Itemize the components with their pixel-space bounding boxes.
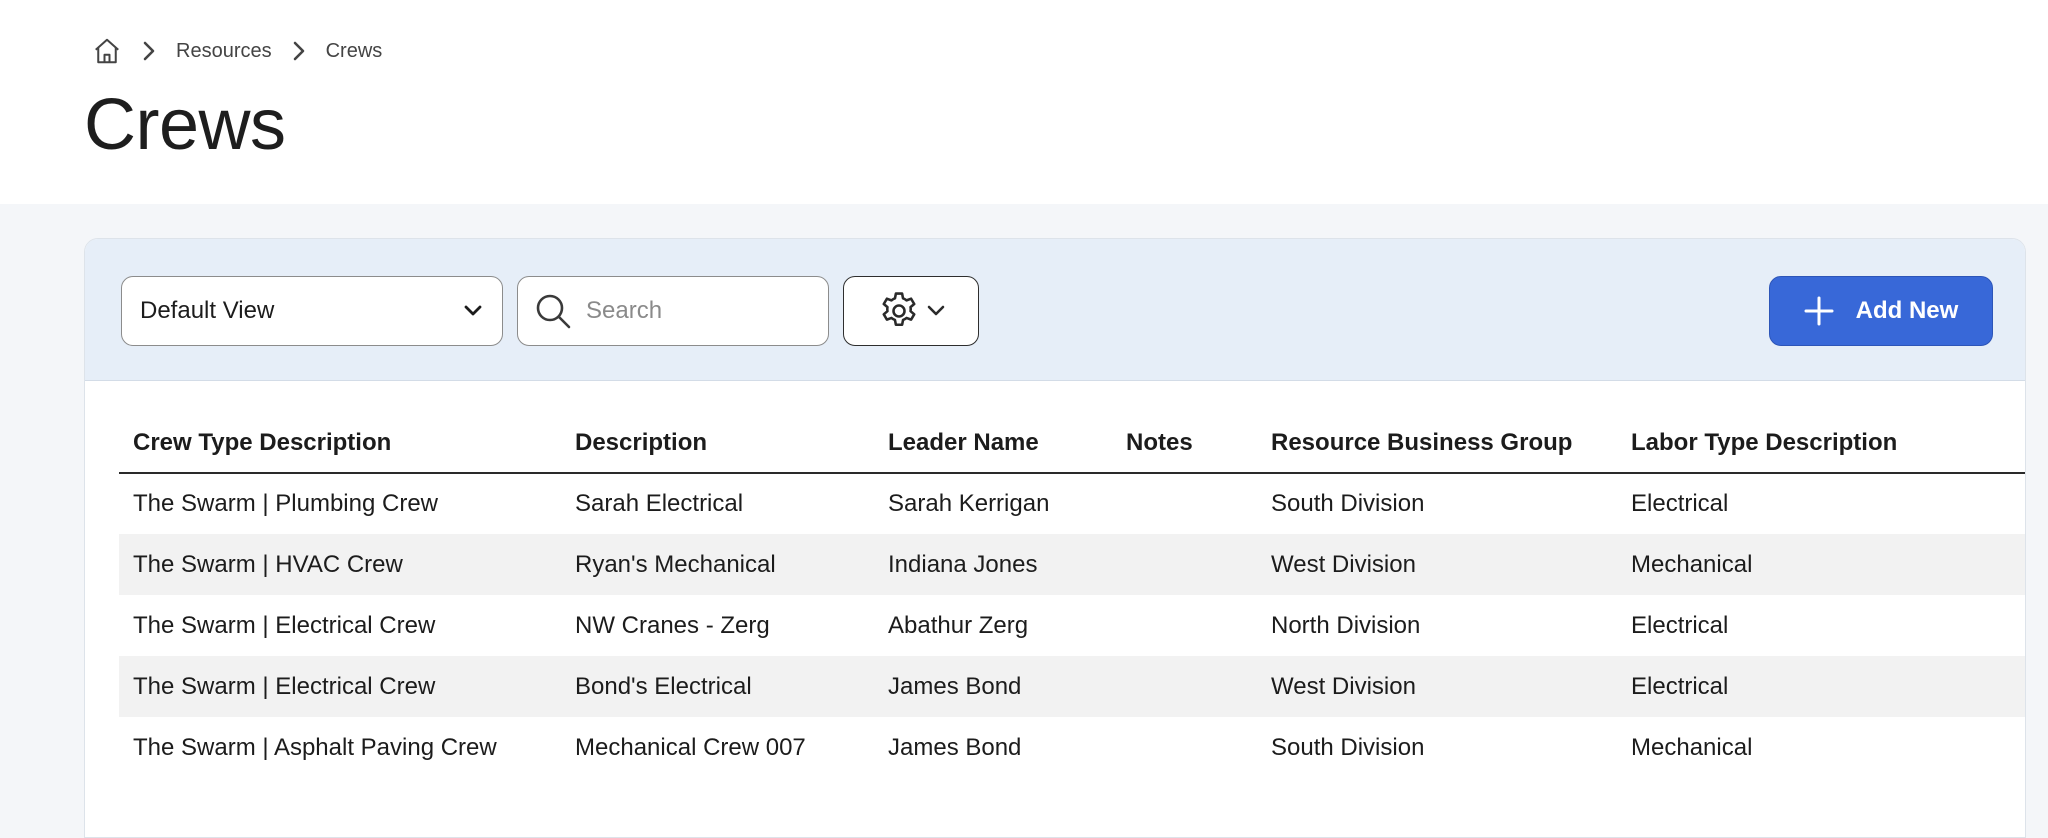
cell-crew-type-description: The Swarm | Electrical Crew — [133, 611, 436, 639]
cell-description: Sarah Electrical — [575, 490, 744, 517]
page-header: Resources Crews Crews — [0, 0, 2048, 204]
column-header-notes[interactable]: Notes — [1112, 413, 1257, 474]
add-new-button[interactable]: Add New — [1769, 276, 1993, 346]
cell-resource-business-group: South Division — [1271, 490, 1425, 517]
toolbar: Default View Search Add New — [85, 239, 2025, 381]
table-header-row: Crew Type Description Description Leader… — [119, 413, 2025, 474]
cell-crew-type-description: The Swarm | Plumbing Crew — [133, 490, 438, 517]
cell-notes — [1112, 473, 1257, 534]
column-header-crew-type-description[interactable]: Crew Type Description — [119, 413, 561, 474]
crews-table: Crew Type Description Description Leader… — [119, 413, 2025, 778]
plus-icon — [1804, 296, 1856, 326]
search-icon — [534, 292, 572, 330]
cell-resource-business-group: North Division — [1271, 611, 1421, 639]
cell-labor-type-description: Mechanical — [1617, 534, 2025, 595]
cell-labor-type-description: Electrical — [1631, 611, 1729, 639]
cell-crew-type-description: The Swarm | Asphalt Paving Crew — [133, 733, 497, 761]
table-row[interactable]: The Swarm | Asphalt Paving Crew Mechanic… — [119, 717, 2025, 778]
chevron-down-icon — [927, 305, 945, 317]
cell-resource-business-group: West Division — [1257, 656, 1617, 717]
cell-crew-type-description: The Swarm | Electrical Crew — [119, 656, 561, 717]
search-box — [517, 276, 829, 346]
crews-card: Default View Search Add New Crew Type De… — [84, 238, 2026, 838]
cell-leader-name: James Bond — [888, 733, 1022, 761]
cell-labor-type-description: Electrical — [1617, 656, 2025, 717]
cell-resource-business-group: South Division — [1271, 733, 1425, 761]
breadcrumb-item-resources[interactable]: Resources — [176, 40, 272, 63]
cell-crew-type-description: The Swarm | HVAC Crew — [119, 534, 561, 595]
table-row[interactable]: The Swarm | Electrical Crew Bond's Elect… — [119, 656, 2025, 717]
cell-leader-name: Abathur Zerg — [888, 611, 1029, 639]
column-header-leader-name[interactable]: Leader Name — [874, 413, 1112, 474]
breadcrumb: Resources Crews — [92, 34, 382, 68]
settings-button[interactable] — [843, 276, 979, 346]
cell-labor-type-description: Electrical — [1631, 490, 1729, 517]
table-row[interactable]: The Swarm | Electrical Crew NW Cranes - … — [119, 595, 2025, 656]
home-icon[interactable] — [92, 36, 122, 66]
column-header-labor-type-description[interactable]: Labor Type Description — [1617, 413, 2025, 474]
cell-notes — [1112, 534, 1257, 595]
cell-description: NW Cranes - Zerg — [575, 611, 770, 639]
view-select[interactable]: Default View — [121, 276, 503, 346]
cell-leader-name: Sarah Kerrigan — [888, 490, 1050, 517]
cell-notes — [1112, 717, 1257, 778]
gear-icon — [877, 289, 921, 333]
cell-description: Bond's Electrical — [561, 656, 874, 717]
column-header-description[interactable]: Description — [561, 413, 874, 474]
view-select-value: Default View — [140, 297, 275, 324]
cell-leader-name: James Bond — [874, 656, 1112, 717]
page-title: Crews — [84, 85, 286, 165]
search-input[interactable] — [586, 297, 806, 325]
cell-resource-business-group: West Division — [1257, 534, 1617, 595]
chevron-down-icon — [464, 305, 482, 317]
column-header-resource-business-group[interactable]: Resource Business Group — [1257, 413, 1617, 474]
cell-description: Ryan's Mechanical — [561, 534, 874, 595]
breadcrumb-item-crews: Crews — [325, 39, 383, 62]
table-row[interactable]: The Swarm | HVAC Crew Ryan's Mechanical … — [119, 534, 2025, 595]
cell-notes — [1112, 656, 1257, 717]
add-new-label: Add New — [1855, 297, 1959, 324]
cell-labor-type-description: Mechanical — [1631, 733, 1753, 761]
cell-notes — [1112, 595, 1257, 656]
chevron-right-icon — [292, 40, 306, 62]
chevron-right-icon — [142, 40, 156, 62]
table-row[interactable]: The Swarm | Plumbing Crew Sarah Electric… — [119, 473, 2025, 534]
cell-leader-name: Indiana Jones — [874, 534, 1112, 595]
cell-description: Mechanical Crew 007 — [575, 733, 806, 761]
